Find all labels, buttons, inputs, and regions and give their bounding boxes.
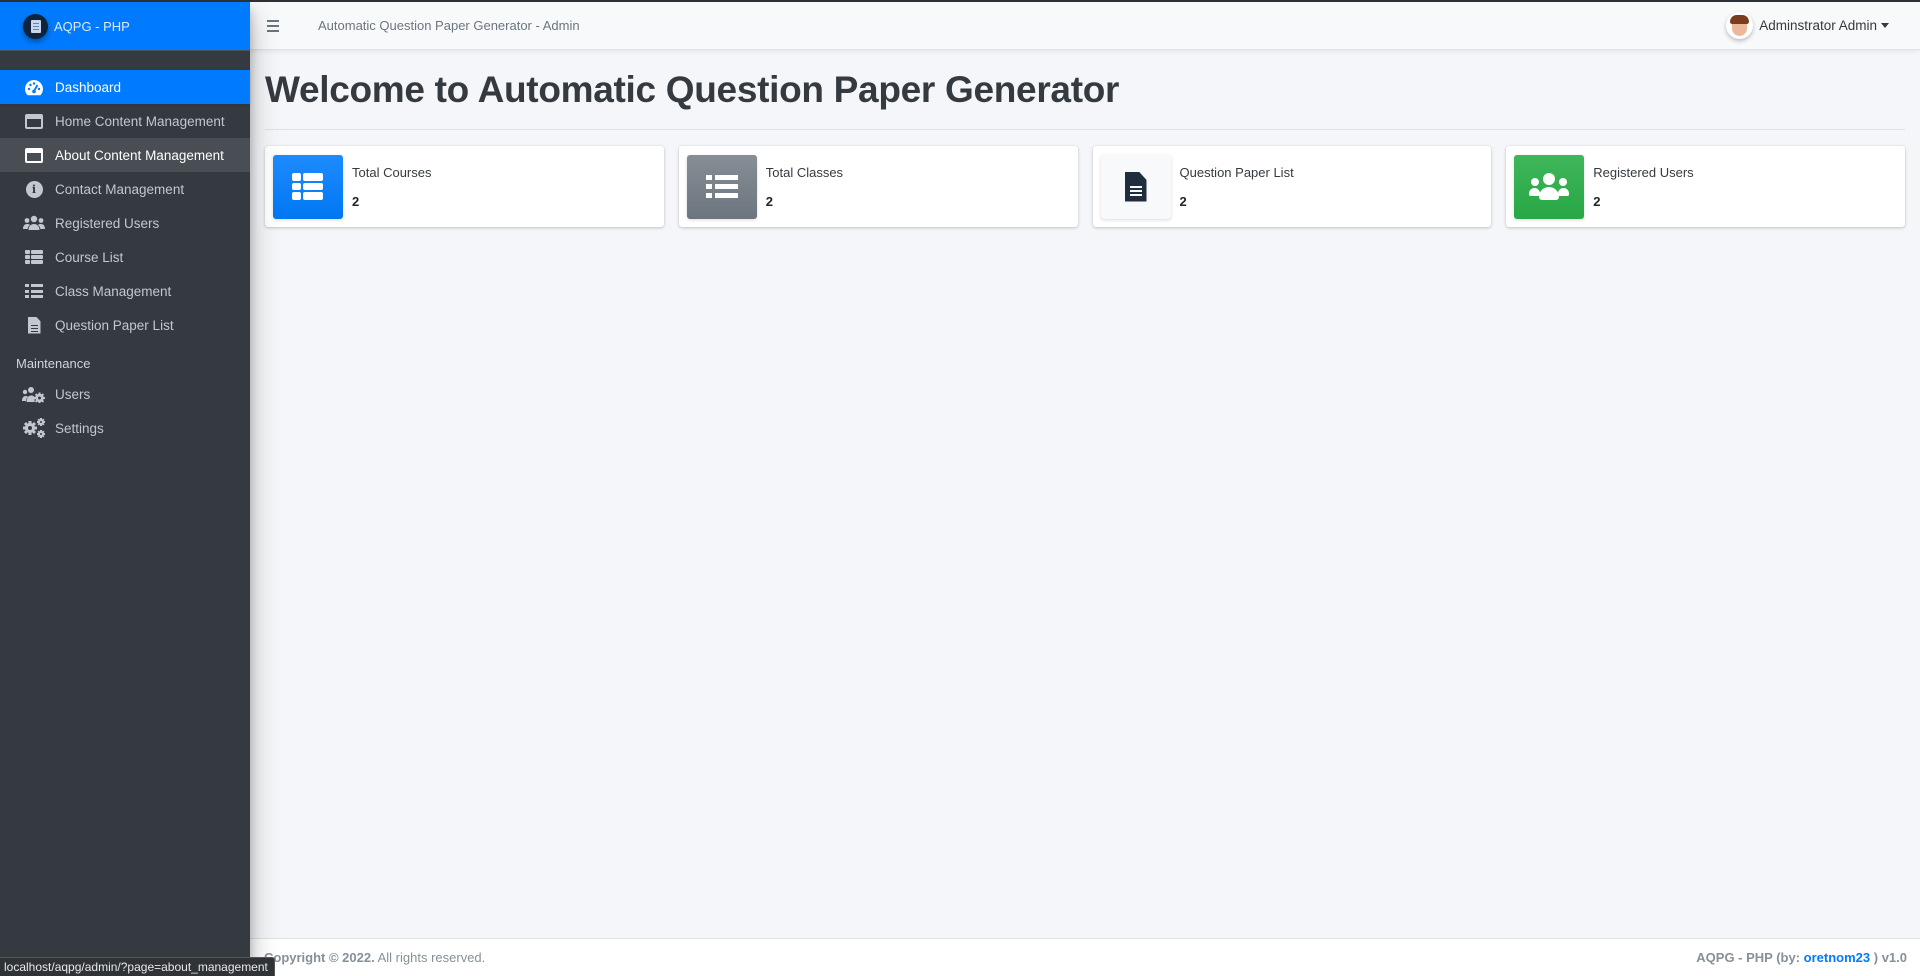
caret-down-icon: [1881, 23, 1889, 28]
window-icon: [22, 111, 46, 131]
info-box-question-paper-list[interactable]: Question Paper List 2: [1092, 146, 1492, 227]
info-box-value: 2: [1179, 193, 1187, 209]
sidebar-toggle-button[interactable]: [261, 12, 299, 40]
sidebar-item-label: Contact Management: [55, 181, 185, 197]
app-title: Automatic Question Paper Generator - Adm…: [318, 18, 580, 33]
page-title: Welcome to Automatic Question Paper Gene…: [265, 69, 1120, 110]
brand-link[interactable]: AQPG - PHP: [0, 0, 250, 51]
sidebar-item-label: Class Management: [55, 283, 172, 299]
main-content: Welcome to Automatic Question Paper Gene…: [265, 51, 1905, 227]
users-cog-icon: [22, 384, 46, 404]
credit-prefix: AQPG - PHP (by:: [1696, 950, 1804, 965]
info-circle-icon: i: [22, 179, 46, 199]
file-alt-icon: [1100, 154, 1171, 219]
info-box-value: 2: [352, 193, 360, 209]
hamburger-icon: [267, 19, 279, 22]
brand-name: AQPG - PHP: [54, 18, 130, 34]
sidebar-item-label: Registered Users: [55, 215, 160, 231]
sidebar-item-label: Course List: [55, 249, 124, 265]
info-box-registered-users[interactable]: Registered Users 2: [1506, 146, 1905, 227]
info-box-total-courses[interactable]: Total Courses 2: [265, 146, 664, 227]
sidebar-item-home-content[interactable]: Home Content Management: [0, 104, 250, 138]
copyright-year: Copyright © 2022.: [264, 950, 375, 965]
sidebar-item-label: About Content Management: [55, 147, 224, 163]
sidebar-item-label: Question Paper List: [55, 317, 174, 333]
list-icon: [22, 281, 46, 301]
divider: [265, 129, 1905, 130]
user-name: Adminstrator Admin: [1759, 18, 1877, 33]
copyright: Copyright © 2022. All rights reserved.: [264, 950, 485, 965]
credit-version: ) v1.0: [1870, 950, 1907, 965]
footer: Copyright © 2022. All rights reserved. A…: [250, 938, 1920, 976]
users-icon: [22, 213, 46, 233]
window-icon: [22, 145, 46, 165]
sidebar-nav: Dashboard Home Content Management About …: [0, 51, 250, 445]
info-box-row: Total Courses 2 Total Classes 2 Question…: [265, 146, 1905, 227]
info-box-label: Total Courses: [352, 164, 432, 180]
browser-status-url: localhost/aqpg/admin/?page=about_managem…: [0, 957, 275, 976]
brand-logo-icon: [23, 13, 48, 39]
info-box-value: 2: [1593, 193, 1601, 209]
info-box-label: Total Classes: [765, 164, 844, 180]
sidebar-item-label: Home Content Management: [55, 113, 225, 129]
table-icon: [273, 154, 343, 219]
window-top-strip: [0, 0, 1920, 2]
sidebar-item-contact[interactable]: i Contact Management: [0, 172, 250, 206]
author-link[interactable]: oretnom23: [1804, 950, 1870, 965]
sidebar-item-label: Dashboard: [55, 79, 122, 95]
avatar: [1726, 12, 1754, 39]
sidebar-item-settings[interactable]: Settings: [0, 411, 250, 445]
info-box-label: Question Paper List: [1179, 164, 1294, 180]
info-box-label: Registered Users: [1593, 164, 1694, 180]
sidebar: AQPG - PHP Dashboard Home Content Manage…: [0, 0, 250, 976]
sidebar-item-about-content[interactable]: About Content Management: [0, 138, 250, 172]
info-box-value: 2: [765, 193, 773, 209]
sidebar-section-maintenance: Maintenance: [16, 356, 91, 371]
sidebar-item-users[interactable]: Users: [0, 377, 250, 411]
table-icon: [22, 247, 46, 267]
list-icon: [686, 154, 757, 219]
file-alt-icon: [22, 315, 46, 335]
sidebar-item-label: Users: [55, 386, 91, 402]
footer-credit: AQPG - PHP (by: oretnom23 ) v1.0: [1696, 950, 1907, 965]
info-box-total-classes[interactable]: Total Classes 2: [678, 146, 1078, 227]
sidebar-item-dashboard[interactable]: Dashboard: [0, 70, 250, 104]
cogs-icon: [22, 418, 46, 438]
sidebar-item-label: Settings: [55, 420, 104, 436]
sidebar-item-registered-users[interactable]: Registered Users: [0, 206, 250, 240]
sidebar-item-class-management[interactable]: Class Management: [0, 274, 250, 308]
users-icon: [1514, 154, 1585, 219]
sidebar-item-course-list[interactable]: Course List: [0, 240, 250, 274]
top-navbar: Automatic Question Paper Generator - Adm…: [250, 2, 1920, 50]
sidebar-item-question-paper-list[interactable]: Question Paper List: [0, 308, 250, 342]
user-menu-dropdown[interactable]: Adminstrator Admin: [1726, 12, 1889, 39]
copyright-text: All rights reserved.: [374, 950, 486, 965]
tachometer-icon: [22, 77, 46, 97]
